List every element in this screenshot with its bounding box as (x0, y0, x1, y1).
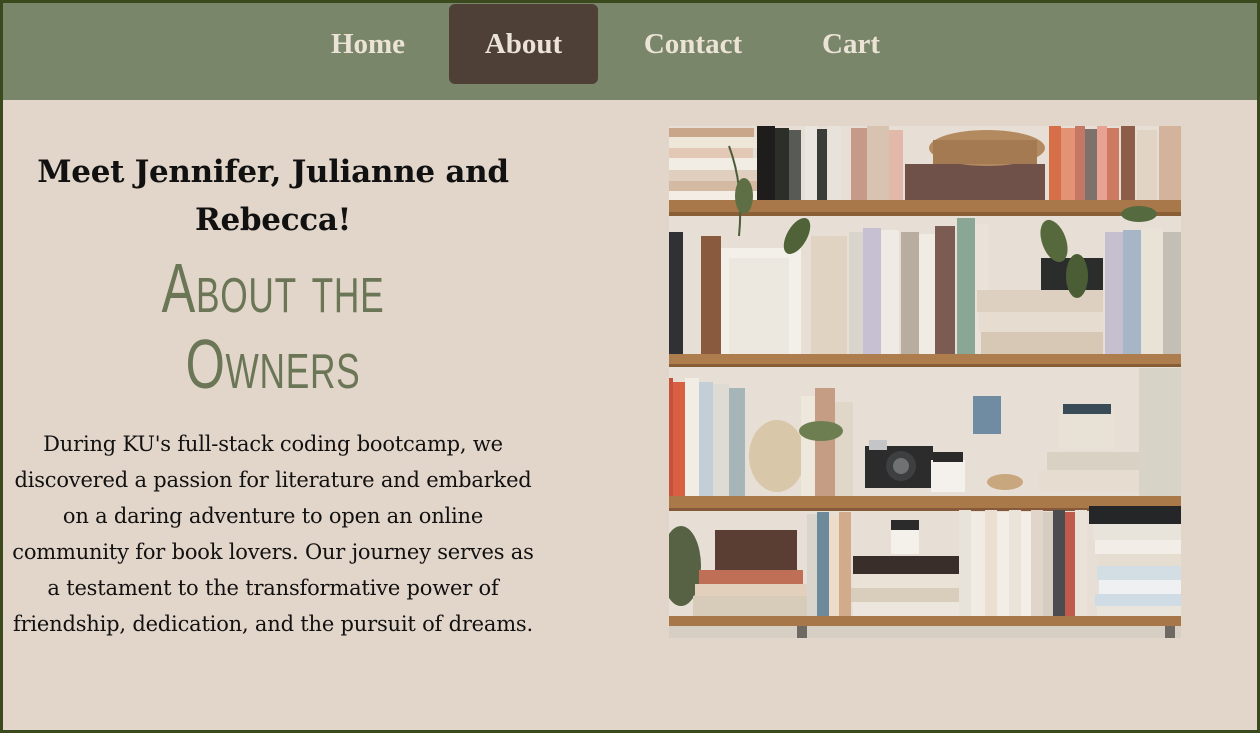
meet-owners-heading: Meet Jennifer, Julianne and Rebecca! (37, 154, 509, 238)
about-owners-title: About the Owners (161, 249, 385, 403)
nav-home-link[interactable]: Home (312, 4, 424, 84)
bookshelf-image (669, 126, 1181, 638)
nav-contact-link[interactable]: Contact (622, 4, 764, 84)
nav-about-link[interactable]: About (449, 4, 598, 84)
top-navbar: Home About Contact Cart (0, 0, 1260, 100)
nav-cart-link[interactable]: Cart (800, 4, 902, 84)
bookshelf-photo (669, 126, 1181, 638)
owners-story-paragraph: During KU's full-stack coding bootcamp, … (12, 432, 534, 636)
about-intro: Meet Jennifer, Julianne and Rebecca! Abo… (10, 148, 536, 642)
